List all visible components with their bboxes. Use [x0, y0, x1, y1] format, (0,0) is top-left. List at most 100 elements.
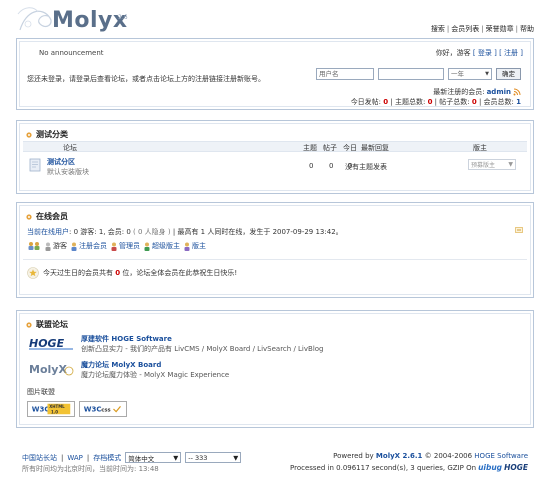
username-input[interactable]: 用户名	[316, 68, 374, 80]
powered-product-link[interactable]: MolyX 2.6.1	[376, 452, 423, 460]
guest-icon	[45, 242, 51, 251]
forum-table-header: 论坛 主题 帖子 今日 最新回复 版主	[23, 141, 527, 152]
legend-admin-label: 管理员	[119, 242, 140, 250]
online-summary: 当前在线用户: 0 游客: 1, 会员: 0 ( 0 人隐身 ) | 最高有 1…	[27, 228, 343, 236]
processed-text: Processed in 0.096117 second(s), 3 queri…	[290, 463, 477, 472]
posts-count: 0	[471, 98, 477, 106]
alliance-link-molyx[interactable]: MolyX 魔力论坛 MolyX Board 魔力论坛魔力体验 - MolyX …	[27, 359, 427, 381]
login-button[interactable]: 确定	[496, 68, 521, 80]
newest-label: 最新注册的会员:	[433, 88, 485, 96]
hoge-logo[interactable]: HOGE	[27, 334, 75, 352]
moderator-select[interactable]: 预募版主 ▼	[468, 159, 516, 170]
members-label: 会员总数:	[483, 98, 514, 106]
style-select[interactable]: -- 333 ▼	[185, 452, 242, 463]
topics-label: 主题总数:	[394, 98, 426, 106]
legend-guest: 游客	[44, 241, 67, 251]
logo-text: Molyx	[52, 8, 128, 33]
gear-icon	[26, 213, 32, 220]
nav-members[interactable]: 会员列表	[451, 25, 479, 33]
hoge-small-logo[interactable]: HOGE	[504, 463, 528, 472]
announcement-text: No announcement	[39, 49, 104, 57]
footer-link-chinaz[interactable]: 中国站长站	[22, 453, 57, 463]
legend-admin: 管理员	[110, 241, 140, 251]
online-title[interactable]: 在线会员	[25, 211, 68, 222]
forum-category-panel: 测试分类 论坛 主题 帖子 今日 最新回复 版主 测试分区 默认安装版块 0 0…	[16, 120, 534, 194]
forum-last-reply: 没有主题发表	[345, 163, 387, 171]
chevron-down-icon: ▼	[173, 453, 179, 462]
alliance-link-desc: 魔力论坛魔力体验 - MolyX Magic Experience	[81, 371, 230, 379]
members-count: 1	[516, 98, 521, 106]
footer-link-archive[interactable]: 存档模式	[93, 453, 121, 463]
category-title[interactable]: 测试分类	[25, 129, 68, 140]
molyx-logo[interactable]: Molyx 2.6	[16, 4, 166, 36]
language-value: 简体中文	[128, 454, 155, 463]
password-input[interactable]	[378, 68, 444, 80]
current-users-link[interactable]: 当前在线用户	[27, 228, 69, 236]
logo-version: 2.6	[118, 14, 128, 21]
top-nav: 搜索 | 会员列表 | 荣誉勋章 | 帮助	[430, 25, 534, 33]
w3c-text: W3C	[84, 406, 102, 414]
language-select[interactable]: 简体中文 ▼	[125, 452, 182, 463]
rss-icon[interactable]	[513, 88, 521, 96]
alliance-link-hoge[interactable]: HOGE 厚建软件 HOGE Software 创新凸显实力 - 我们的产品有 …	[27, 333, 427, 355]
login-link[interactable]: [ 登录 ]	[473, 49, 497, 57]
css-text: css	[101, 408, 110, 414]
powered-by: Powered by MolyX 2.6.1 © 2004-2006 HOGE …	[333, 452, 528, 460]
chevron-down-icon: ▼	[233, 453, 239, 462]
moderator-select-value: 预募版主	[471, 162, 496, 169]
legend-super-mod: 超级版主	[143, 241, 180, 251]
legend-member-label: 注册会员	[79, 242, 107, 250]
category-title-text: 测试分类	[36, 130, 68, 139]
molyx-board-logo[interactable]: MolyX	[27, 360, 75, 378]
gear-icon	[26, 321, 32, 328]
register-link[interactable]: [ 注册 ]	[499, 49, 523, 57]
w3c-text: W3C	[32, 406, 50, 414]
forum-topics: 0	[309, 162, 314, 170]
online-members-panel: 在线会员 当前在线用户: 0 游客: 1, 会员: 0 ( 0 人隐身 ) | …	[16, 202, 534, 298]
alliance-title-text: 联盟论坛	[36, 320, 68, 329]
alliance-link-name[interactable]: 厚建软件 HOGE Software	[81, 334, 172, 344]
birthday-count: 0	[115, 269, 121, 277]
nav-medals[interactable]: 荣誉勋章	[486, 25, 514, 33]
today-count: 0	[383, 98, 389, 106]
w3c-css-badge[interactable]: W3C css	[79, 401, 127, 417]
member-legend: 游客 注册会员 管理员 超级版主 版主	[27, 241, 206, 251]
alliance-title[interactable]: 联盟论坛	[25, 319, 68, 330]
birthday-notice: 今天过生日的会员共有 0 位，论坛全体会员在此恭祝生日快乐!	[27, 267, 237, 279]
powered-copyright: © 2004-2006	[424, 452, 473, 460]
alliance-link-desc: 创新凸显实力 - 我们的产品有 LivCMS / MolyX Board / L…	[81, 345, 324, 353]
nav-search[interactable]: 搜索	[431, 25, 445, 33]
powered-company-link[interactable]: HOGE Software	[474, 452, 528, 460]
chevron-down-icon: ▼	[485, 70, 489, 77]
super-moderator-icon	[144, 242, 150, 251]
moderator-icon	[184, 242, 190, 251]
legend-super-mod-label: 超级版主	[152, 242, 180, 250]
molyx-logo-text: MolyX	[29, 363, 67, 376]
legend-mod-label: 版主	[192, 242, 206, 250]
posts-label: 帖子总数:	[439, 98, 470, 106]
legend-guest-label: 游客	[53, 242, 67, 250]
header: Molyx 2.6 搜索 | 会员列表 | 荣誉勋章 | 帮助	[16, 4, 534, 36]
newest-member: 最新注册的会员: admin	[433, 87, 521, 97]
alliance-link-name[interactable]: 魔力论坛 MolyX Board	[81, 360, 161, 370]
greeting-text: 你好，游客	[435, 49, 471, 57]
alliance-panel: 联盟论坛 HOGE 厚建软件 HOGE Software 创新凸显实力 - 我们…	[16, 310, 534, 428]
table-row: 测试分区 默认安装版块 0 0 0 没有主题发表 预募版主 ▼	[23, 155, 527, 179]
collapse-icon[interactable]	[515, 227, 523, 233]
star-icon	[27, 267, 39, 279]
birthday-prefix: 今天过生日的会员共有	[43, 269, 113, 277]
newest-member-link[interactable]: admin	[487, 88, 511, 96]
footer-link-wap[interactable]: WAP	[67, 454, 83, 462]
nav-help[interactable]: 帮助	[520, 25, 534, 33]
expire-select[interactable]: 一年 ▼	[448, 68, 492, 80]
footer-links: 中国站长站 | WAP | 存档模式 简体中文 ▼ -- 333 ▼	[22, 452, 242, 463]
forum-name-link[interactable]: 测试分区	[47, 157, 75, 167]
gear-icon	[26, 131, 32, 138]
uibug-logo[interactable]: uibug	[478, 463, 502, 472]
today-label: 今日发帖:	[350, 98, 382, 106]
col-today: 今日	[343, 144, 357, 152]
w3c-xhtml-badge[interactable]: W3C XHTML 1.0	[27, 401, 75, 417]
guest-greeting: 你好，游客 [ 登录 ] [ 注册 ]	[436, 48, 523, 58]
board-stats: 今日发帖: 0 | 主题总数: 0 | 帖子总数: 0 | 会员总数: 1	[350, 98, 521, 106]
admin-icon	[111, 242, 117, 251]
